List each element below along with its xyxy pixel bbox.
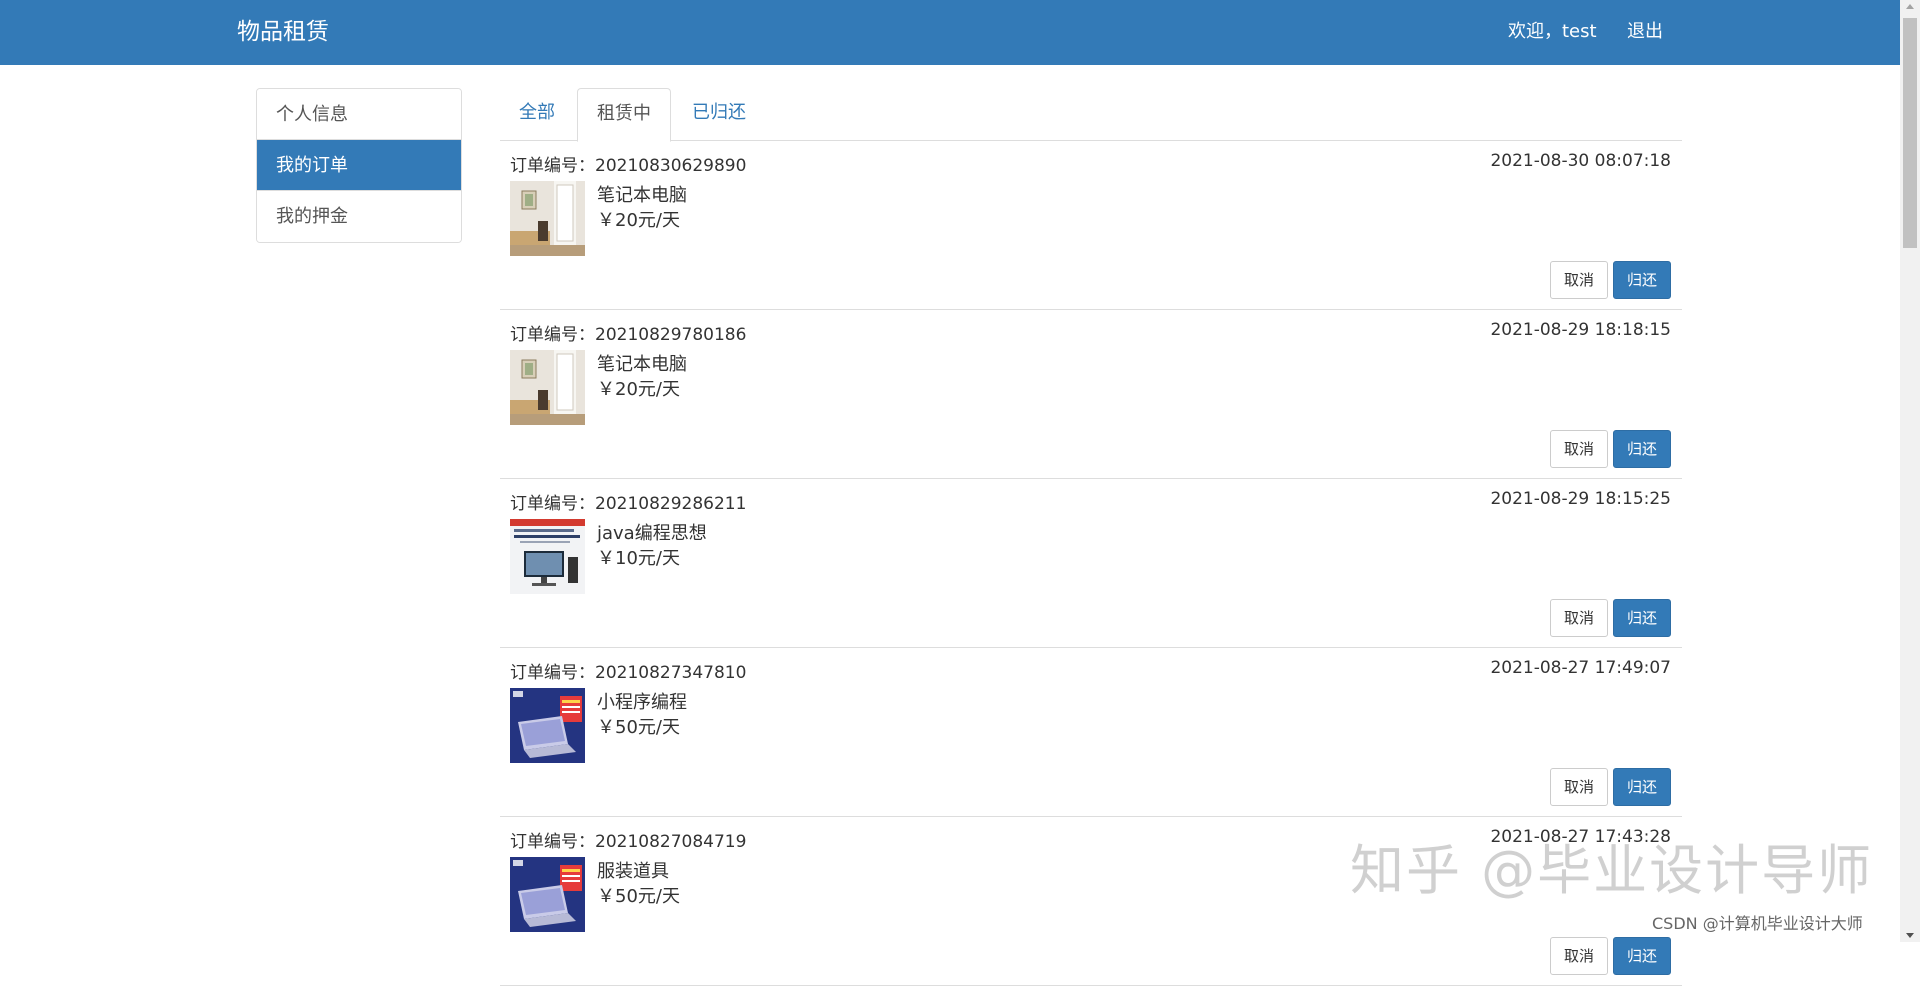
order-tabs: 全部 租赁中 已归还 <box>500 88 1682 142</box>
order-card: 订单编号：20210827347810 2021-08-27 17:49:07 … <box>500 648 1682 817</box>
order-time: 2021-08-27 17:49:07 <box>1490 658 1671 678</box>
sidebar-item-my-orders[interactable]: 我的订单 <box>257 140 461 191</box>
return-button[interactable]: 归还 <box>1613 430 1671 468</box>
scroll-thumb[interactable] <box>1903 18 1917 248</box>
product-price: ￥10元/天 <box>597 548 680 569</box>
order-number: 订单编号：20210829780186 <box>510 320 746 345</box>
cancel-button[interactable]: 取消 <box>1550 937 1608 975</box>
sidebar-menu: 个人信息 我的订单 我的押金 <box>256 88 462 243</box>
product-name[interactable]: 服装道具 <box>597 857 669 883</box>
order-number-value: 20210830629890 <box>595 156 747 176</box>
order-number-value: 20210829780186 <box>595 325 747 345</box>
product-thumbnail[interactable] <box>510 519 585 594</box>
order-card: 订单编号：20210829780186 2021-08-29 18:18:15 … <box>500 310 1682 479</box>
scroll-up-icon[interactable] <box>1906 4 1914 9</box>
cancel-button[interactable]: 取消 <box>1550 768 1608 806</box>
order-number-label: 订单编号： <box>510 663 595 683</box>
product-thumbnail[interactable] <box>510 857 585 932</box>
product-name[interactable]: 笔记本电脑 <box>597 350 687 376</box>
cancel-button[interactable]: 取消 <box>1550 430 1608 468</box>
order-time: 2021-08-29 18:18:15 <box>1490 320 1671 340</box>
order-number: 订单编号：20210827347810 <box>510 658 746 683</box>
user-greeting[interactable]: 欢迎，test <box>1508 20 1597 44</box>
logout-link[interactable]: 退出 <box>1627 20 1663 44</box>
top-navbar: 物品租赁 欢迎，test 退出 <box>0 0 1900 65</box>
product-name[interactable]: 笔记本电脑 <box>597 181 687 207</box>
return-button[interactable]: 归还 <box>1613 261 1671 299</box>
product-price: ￥20元/天 <box>597 379 680 400</box>
order-number-value: 20210829286211 <box>595 494 747 514</box>
order-time: 2021-08-30 08:07:18 <box>1490 151 1671 171</box>
csdn-watermark: CSDN @计算机毕业设计大师 <box>1652 914 1863 933</box>
cancel-button[interactable]: 取消 <box>1550 599 1608 637</box>
order-number: 订单编号：20210829286211 <box>510 489 746 514</box>
scroll-down-icon[interactable] <box>1906 933 1914 938</box>
brand-title[interactable]: 物品租赁 <box>237 16 329 48</box>
order-number-value: 20210827347810 <box>595 663 747 683</box>
sidebar-item-my-deposit[interactable]: 我的押金 <box>257 191 461 242</box>
order-number-label: 订单编号： <box>510 325 595 345</box>
product-name[interactable]: 小程序编程 <box>597 688 687 714</box>
return-button[interactable]: 归还 <box>1613 599 1671 637</box>
tab-renting[interactable]: 租赁中 <box>577 88 671 142</box>
return-button[interactable]: 归还 <box>1613 937 1671 975</box>
product-thumbnail[interactable] <box>510 350 585 425</box>
zhihu-watermark: 知乎 @毕业设计导师 <box>1350 839 1874 902</box>
tab-all[interactable]: 全部 <box>500 88 574 141</box>
product-name[interactable]: java编程思想 <box>597 519 707 545</box>
product-thumbnail[interactable] <box>510 688 585 763</box>
sidebar-item-profile[interactable]: 个人信息 <box>257 89 461 140</box>
order-card: 订单编号：20210830629890 2021-08-30 08:07:18 … <box>500 141 1682 310</box>
order-number-label: 订单编号： <box>510 494 595 514</box>
order-number-value: 20210827084719 <box>595 832 747 852</box>
product-price: ￥50元/天 <box>597 886 680 907</box>
order-number: 订单编号：20210830629890 <box>510 151 746 176</box>
return-button[interactable]: 归还 <box>1613 768 1671 806</box>
product-price: ￥20元/天 <box>597 210 680 231</box>
tab-returned[interactable]: 已归还 <box>673 88 765 141</box>
cancel-button[interactable]: 取消 <box>1550 261 1608 299</box>
order-time: 2021-08-29 18:15:25 <box>1490 489 1671 509</box>
order-number: 订单编号：20210827084719 <box>510 827 746 852</box>
order-number-label: 订单编号： <box>510 156 595 176</box>
product-thumbnail[interactable] <box>510 181 585 256</box>
order-card: 订单编号：20210829286211 2021-08-29 18:15:25 … <box>500 479 1682 648</box>
order-number-label: 订单编号： <box>510 832 595 852</box>
product-price: ￥50元/天 <box>597 717 680 738</box>
page-scrollbar[interactable] <box>1900 0 1920 942</box>
